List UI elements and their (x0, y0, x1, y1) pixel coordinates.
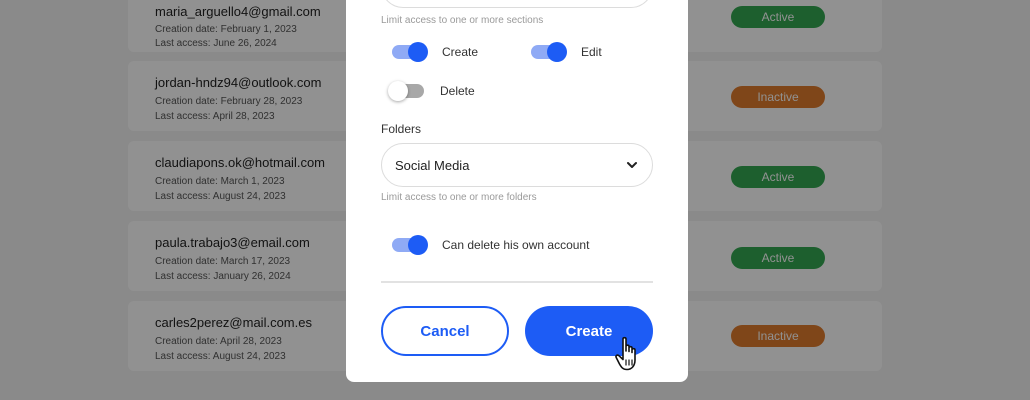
sections-select[interactable] (381, 0, 653, 8)
edit-label: Edit (581, 45, 602, 59)
permission-create[interactable]: Create (392, 42, 479, 62)
delete-toggle[interactable] (388, 81, 424, 101)
create-user-dialog: Limit access to one or more sections Cre… (346, 0, 688, 382)
cancel-button[interactable]: Cancel (381, 306, 509, 356)
folders-hint: Limit access to one or more folders (381, 192, 537, 203)
folders-select-value: Social Media (395, 157, 470, 173)
delete-own-account-setting[interactable]: Can delete his own account (392, 235, 590, 255)
toggle-knob (388, 81, 408, 101)
stage: maria_arguello4@gmail.com Creation date:… (0, 0, 1030, 400)
hand-pointer-icon (615, 336, 636, 371)
delete-own-account-toggle[interactable] (392, 235, 428, 255)
permission-edit[interactable]: Edit (531, 42, 602, 62)
edit-toggle[interactable] (531, 42, 567, 62)
folders-label: Folders (381, 122, 422, 136)
delete-label: Delete (440, 84, 475, 98)
divider (381, 281, 653, 283)
toggle-knob (408, 42, 428, 62)
permission-delete[interactable]: Delete (388, 81, 475, 101)
chevron-down-icon (627, 162, 637, 168)
toggle-knob (408, 235, 428, 255)
toggle-knob (547, 42, 567, 62)
folders-select[interactable]: Social Media (381, 143, 653, 187)
create-toggle[interactable] (392, 42, 428, 62)
create-label: Create (442, 45, 479, 59)
delete-own-account-label: Can delete his own account (442, 238, 590, 252)
sections-hint: Limit access to one or more sections (381, 15, 544, 26)
